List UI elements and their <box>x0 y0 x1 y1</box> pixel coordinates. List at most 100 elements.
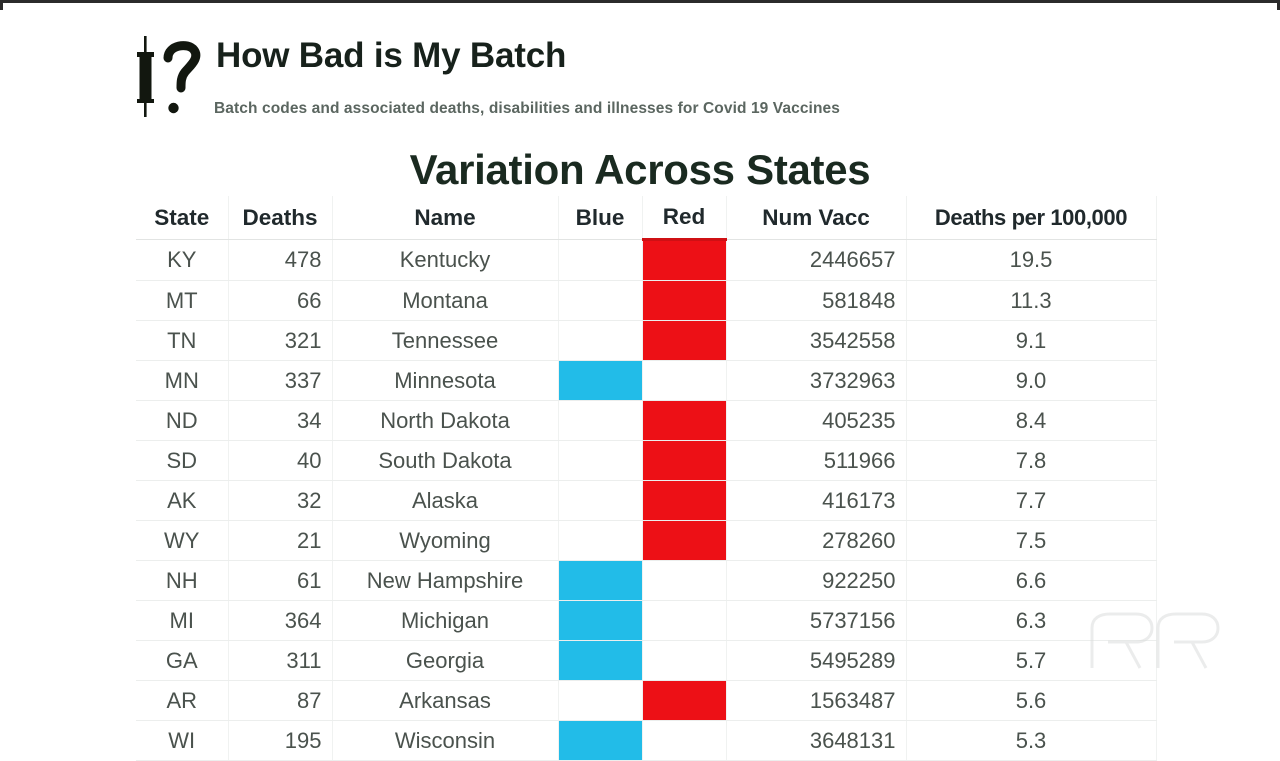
cell-num-vacc: 278260 <box>726 520 907 561</box>
table-row[interactable]: ND 34 North Dakota 405235 8.4 <box>136 400 1157 441</box>
table-row[interactable]: KY 478 Kentucky 2446657 19.5 <box>136 239 1157 281</box>
column-header-deaths[interactable]: Deaths <box>228 196 333 240</box>
cell-num-vacc: 5495289 <box>726 640 907 681</box>
table-row[interactable]: NH 61 New Hampshire 922250 6.6 <box>136 560 1157 601</box>
cell-blue-swatch <box>558 720 643 761</box>
cell-blue-swatch <box>558 560 643 601</box>
cell-deaths: 32 <box>228 480 333 521</box>
cell-deaths-per-100k: 19.5 <box>906 239 1157 281</box>
cell-deaths-per-100k: 5.6 <box>906 680 1157 721</box>
cell-blue-swatch <box>558 239 643 281</box>
cell-blue-swatch <box>558 440 643 481</box>
cell-deaths-per-100k: 6.6 <box>906 560 1157 601</box>
cell-name: Arkansas <box>332 680 559 721</box>
cell-blue-swatch <box>558 400 643 441</box>
cell-num-vacc: 581848 <box>726 280 907 321</box>
cell-state: WY <box>136 520 229 561</box>
cell-red-swatch <box>642 239 727 281</box>
cell-deaths-per-100k: 11.3 <box>906 280 1157 321</box>
cell-blue-swatch <box>558 680 643 721</box>
cell-state: GA <box>136 640 229 681</box>
cell-name: Tennessee <box>332 320 559 361</box>
cell-state: MT <box>136 280 229 321</box>
cell-name: Minnesota <box>332 360 559 401</box>
cell-state: SD <box>136 440 229 481</box>
cell-num-vacc: 3542558 <box>726 320 907 361</box>
column-header-name[interactable]: Name <box>332 196 559 240</box>
cell-name: Wyoming <box>332 520 559 561</box>
table-row[interactable]: MT 66 Montana 581848 11.3 <box>136 280 1157 321</box>
cell-num-vacc: 922250 <box>726 560 907 601</box>
cell-blue-swatch <box>558 280 643 321</box>
cell-red-swatch <box>642 560 727 601</box>
cell-red-swatch <box>642 400 727 441</box>
cell-deaths: 195 <box>228 720 333 761</box>
cell-deaths: 337 <box>228 360 333 401</box>
column-header-red[interactable]: Red <box>642 196 727 241</box>
cell-red-swatch <box>642 360 727 401</box>
cell-deaths-per-100k: 5.7 <box>906 640 1157 681</box>
cell-red-swatch <box>642 520 727 561</box>
cell-name: Michigan <box>332 600 559 641</box>
brand-title: How Bad is My Batch <box>216 36 567 75</box>
cell-num-vacc: 405235 <box>726 400 907 441</box>
table-row[interactable]: TN 321 Tennessee 3542558 9.1 <box>136 320 1157 361</box>
cell-deaths: 364 <box>228 600 333 641</box>
cell-num-vacc: 511966 <box>726 440 907 481</box>
cell-blue-swatch <box>558 320 643 361</box>
cell-red-swatch <box>642 680 727 721</box>
cell-state: KY <box>136 239 229 281</box>
cell-deaths: 61 <box>228 560 333 601</box>
table-row[interactable]: GA 311 Georgia 5495289 5.7 <box>136 640 1157 681</box>
cell-red-swatch <box>642 600 727 641</box>
brand-header: How Bad is My Batch Batch codes and asso… <box>124 32 1084 128</box>
cell-red-swatch <box>642 480 727 521</box>
cell-deaths: 311 <box>228 640 333 681</box>
cell-blue-swatch <box>558 480 643 521</box>
cell-deaths: 21 <box>228 520 333 561</box>
cell-name: Georgia <box>332 640 559 681</box>
cell-blue-swatch <box>558 360 643 401</box>
table-row[interactable]: SD 40 South Dakota 511966 7.8 <box>136 440 1157 481</box>
cell-state: ND <box>136 400 229 441</box>
cell-num-vacc: 3732963 <box>726 360 907 401</box>
table-header-row: State Deaths Name Blue Red Num Vacc Deat… <box>136 196 1157 241</box>
page-title: Variation Across States <box>409 146 871 193</box>
table-row[interactable]: MI 364 Michigan 5737156 6.3 <box>136 600 1157 641</box>
brand-subtitle: Batch codes and associated deaths, disab… <box>214 100 840 117</box>
table-body: KY 478 Kentucky 2446657 19.5 MT 66 Montana 58184… <box>136 239 1157 761</box>
cell-blue-swatch <box>558 600 643 641</box>
cell-deaths: 321 <box>228 320 333 361</box>
cell-num-vacc: 416173 <box>726 480 907 521</box>
cell-state: TN <box>136 320 229 361</box>
cell-num-vacc: 3648131 <box>726 720 907 761</box>
cell-red-swatch <box>642 640 727 681</box>
column-header-blue[interactable]: Blue <box>558 196 643 240</box>
cell-deaths: 40 <box>228 440 333 481</box>
cell-name: Wisconsin <box>332 720 559 761</box>
cell-deaths-per-100k: 9.0 <box>906 360 1157 401</box>
cell-deaths-per-100k: 9.1 <box>906 320 1157 361</box>
table-row[interactable]: AK 32 Alaska 416173 7.7 <box>136 480 1157 521</box>
cell-deaths: 87 <box>228 680 333 721</box>
column-header-num-vacc[interactable]: Num Vacc <box>726 196 907 240</box>
states-table: State Deaths Name Blue Red Num Vacc Deat… <box>136 196 1157 761</box>
cell-deaths: 66 <box>228 280 333 321</box>
table-row[interactable]: WY 21 Wyoming 278260 7.5 <box>136 520 1157 561</box>
cell-deaths-per-100k: 7.5 <box>906 520 1157 561</box>
cell-num-vacc: 1563487 <box>726 680 907 721</box>
table-header: State Deaths Name Blue Red Num Vacc Deat… <box>136 196 1157 241</box>
table-row[interactable]: MN 337 Minnesota 3732963 9.0 <box>136 360 1157 401</box>
cell-red-swatch <box>642 440 727 481</box>
cell-state: NH <box>136 560 229 601</box>
column-header-deaths-per-100k[interactable]: Deaths per 100,000 <box>906 196 1157 240</box>
cell-state: AK <box>136 480 229 521</box>
column-header-state[interactable]: State <box>136 196 229 240</box>
cell-state: MI <box>136 600 229 641</box>
table-row[interactable]: WI 195 Wisconsin 3648131 5.3 <box>136 720 1157 761</box>
cell-deaths-per-100k: 7.8 <box>906 440 1157 481</box>
video-top-bar <box>0 0 1280 3</box>
cell-name: Alaska <box>332 480 559 521</box>
table-row[interactable]: AR 87 Arkansas 1563487 5.6 <box>136 680 1157 721</box>
cell-name: South Dakota <box>332 440 559 481</box>
